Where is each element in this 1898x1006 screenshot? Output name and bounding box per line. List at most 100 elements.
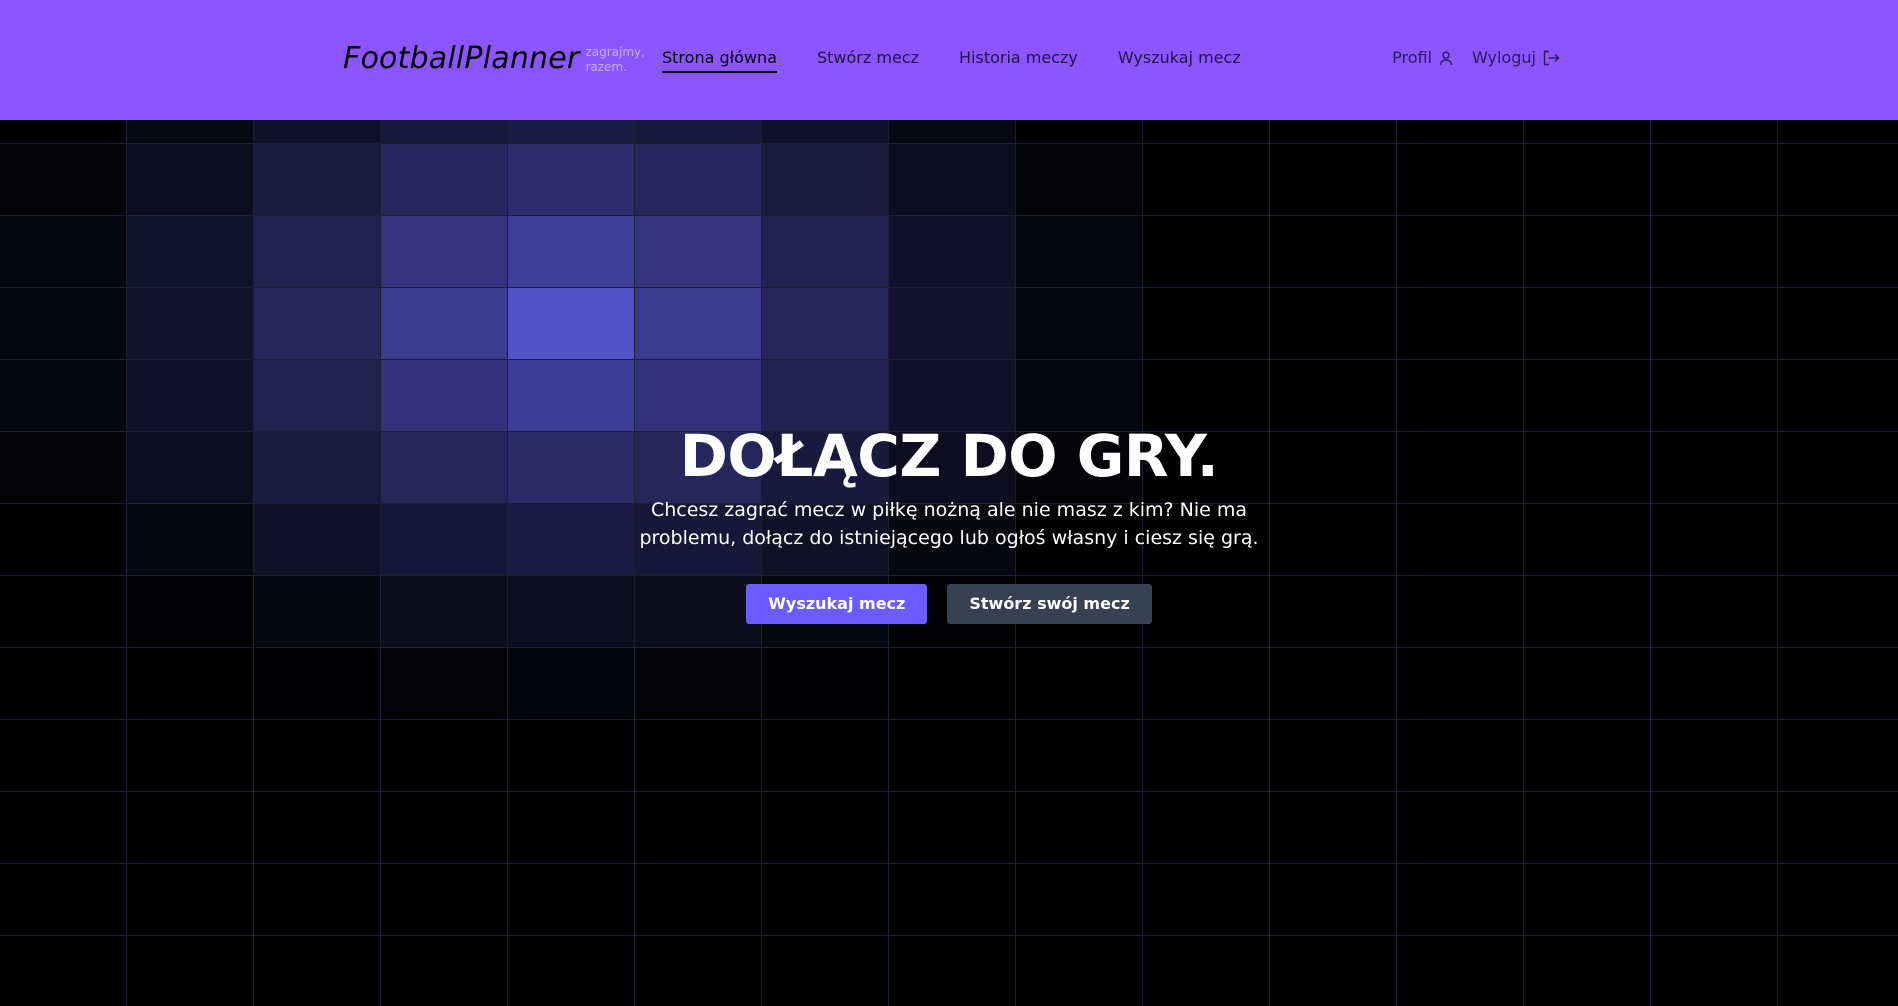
grid-cell (0, 431, 127, 504)
grid-cell (761, 143, 889, 216)
grid-cell (507, 120, 635, 144)
grid-cell (0, 120, 127, 144)
grid-cell (1396, 359, 1524, 432)
grid-cell (1142, 647, 1270, 720)
nav-item-home[interactable]: Strona główna (662, 47, 777, 73)
grid-cell (1777, 359, 1898, 432)
profile-label: Profil (1392, 48, 1433, 67)
grid-cell (507, 647, 635, 720)
grid-cell (253, 143, 381, 216)
grid-cell (0, 719, 127, 792)
grid-cell (1523, 935, 1651, 1006)
grid-cell (126, 719, 254, 792)
grid-cell (253, 575, 381, 648)
grid-cell (634, 143, 762, 216)
grid-cell (634, 791, 762, 864)
grid-cell (0, 143, 127, 216)
grid-cell (380, 431, 508, 504)
grid-cell (1142, 935, 1270, 1006)
grid-cell (380, 647, 508, 720)
grid-cell (253, 215, 381, 288)
grid-cell (507, 791, 635, 864)
main-nav: Strona główna Stwórz mecz Historia meczy… (662, 47, 1281, 73)
grid-cell (126, 215, 254, 288)
grid-cell (1523, 431, 1651, 504)
grid-cell (126, 863, 254, 936)
grid-cell (1142, 215, 1270, 288)
create-match-button[interactable]: Stwórz swój mecz (947, 584, 1152, 624)
grid-cell (1523, 863, 1651, 936)
nav-item-create-match[interactable]: Stwórz mecz (817, 47, 919, 73)
grid-cell (1396, 503, 1524, 576)
grid-cell (1396, 287, 1524, 360)
user-icon (1439, 50, 1453, 65)
grid-cell (126, 503, 254, 576)
grid-cell (1650, 935, 1778, 1006)
grid-cell (0, 575, 127, 648)
grid-cell (1777, 935, 1898, 1006)
search-match-button[interactable]: Wyszukaj mecz (746, 584, 928, 624)
grid-cell (380, 575, 508, 648)
grid-cell (253, 287, 381, 360)
grid-cell (1650, 287, 1778, 360)
grid-cell (761, 120, 889, 144)
grid-cell (0, 863, 127, 936)
grid-cell (1269, 719, 1397, 792)
grid-cell (253, 791, 381, 864)
grid-cell (1015, 935, 1143, 1006)
grid-cell (1777, 791, 1898, 864)
grid-cell (1396, 863, 1524, 936)
grid-cell (1142, 791, 1270, 864)
grid-cell (1650, 575, 1778, 648)
grid-cell (0, 935, 127, 1006)
grid-cell (761, 647, 889, 720)
grid-cell (634, 215, 762, 288)
grid-cell (507, 143, 635, 216)
grid-cell (1650, 647, 1778, 720)
grid-cell (1142, 863, 1270, 936)
nav-item-search-match[interactable]: Wyszukaj mecz (1118, 47, 1241, 73)
grid-cell (1650, 863, 1778, 936)
grid-cell (1650, 359, 1778, 432)
grid-cell (1015, 215, 1143, 288)
grid-cell (253, 120, 381, 144)
grid-cell (1015, 120, 1143, 144)
grid-cell (507, 863, 635, 936)
grid-cell (1523, 791, 1651, 864)
grid-cell (761, 287, 889, 360)
grid-cell (126, 791, 254, 864)
grid-cell (507, 287, 635, 360)
grid-cell (1396, 215, 1524, 288)
grid-cell (1777, 575, 1898, 648)
grid-cell (1015, 863, 1143, 936)
grid-cell (1523, 215, 1651, 288)
profile-link[interactable]: Profil (1392, 48, 1454, 67)
grid-cell (888, 215, 1016, 288)
grid-cell (888, 791, 1016, 864)
grid-cell (0, 791, 127, 864)
grid-cell (253, 935, 381, 1006)
grid-cell (1396, 431, 1524, 504)
logout-link[interactable]: Wyloguj (1472, 48, 1560, 67)
grid-cell (1396, 935, 1524, 1006)
grid-cell (507, 215, 635, 288)
hero-description: Chcesz zagrać mecz w piłkę nożną ale nie… (639, 499, 1259, 549)
grid-cell (1269, 143, 1397, 216)
brand-logo[interactable]: FootballPlanner zagrajmy, razem. (343, 38, 649, 80)
grid-cell (0, 647, 127, 720)
grid-cell (126, 431, 254, 504)
grid-cell (1015, 287, 1143, 360)
nav-item-match-history[interactable]: Historia meczy (959, 47, 1078, 73)
hero-title: DOŁĄCZ DO GRY. (679, 422, 1219, 490)
grid-cell (1396, 143, 1524, 216)
grid-cell (1396, 719, 1524, 792)
grid-cell (1777, 120, 1898, 144)
grid-cell (761, 863, 889, 936)
grid-cell (888, 719, 1016, 792)
top-navbar: FootballPlanner zagrajmy, razem. Strona … (0, 0, 1898, 120)
user-menu: Profil Wyloguj (1374, 48, 1560, 67)
grid-cell (126, 120, 254, 144)
grid-cell (634, 719, 762, 792)
grid-cell (1269, 120, 1397, 144)
grid-cell (126, 935, 254, 1006)
